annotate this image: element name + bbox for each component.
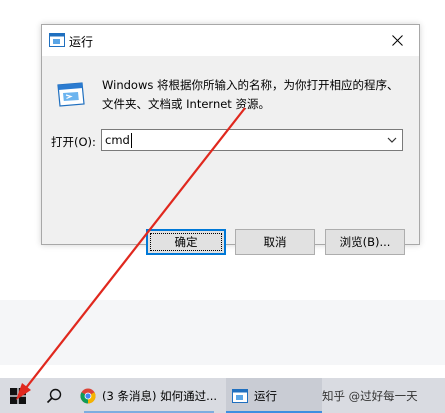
- run-app-icon: [49, 33, 65, 47]
- browse-button[interactable]: 浏览(B)...: [325, 229, 405, 255]
- run-large-icon: [57, 82, 85, 107]
- taskbar-item-chrome[interactable]: (3 条消息) 如何通过...: [74, 378, 224, 413]
- run-app-icon: [232, 388, 248, 403]
- start-button[interactable]: [0, 378, 36, 413]
- chrome-icon: [80, 388, 96, 403]
- dialog-body: Windows 将根据你所输入的名称，为你打开相应的程序、文件夹、文档或 Int…: [42, 56, 419, 255]
- taskbar: (3 条消息) 如何通过... 运行 知乎 @过好每一天: [0, 378, 445, 413]
- text-caret: [131, 133, 132, 148]
- windows-logo-icon: [10, 387, 26, 404]
- close-icon: [391, 35, 403, 46]
- taskbar-run-label: 运行: [254, 388, 277, 403]
- open-combobox[interactable]: cmd: [101, 129, 403, 151]
- run-dialog: 运行 Windows 将根据你所输入的名称，为你打开相应的程序、文件夹、文档或 …: [41, 24, 420, 255]
- open-input[interactable]: cmd: [105, 133, 130, 147]
- focus-rectangle: [150, 233, 222, 251]
- close-button[interactable]: [375, 25, 419, 56]
- cancel-button-label: 取消: [263, 235, 287, 249]
- ok-button[interactable]: 确定: [146, 229, 226, 255]
- browse-button-label: 浏览(B)...: [339, 235, 391, 249]
- open-label: 打开(O):: [51, 135, 96, 149]
- dialog-description: Windows 将根据你所输入的名称，为你打开相应的程序、文件夹、文档或 Int…: [102, 78, 399, 111]
- cancel-button[interactable]: 取消: [235, 229, 315, 255]
- taskbar-item-run[interactable]: 运行: [226, 378, 322, 413]
- search-icon: [46, 388, 62, 403]
- dialog-title: 运行: [69, 35, 94, 49]
- title-bar[interactable]: 运行: [42, 25, 419, 56]
- search-button[interactable]: [36, 378, 72, 413]
- chevron-down-icon[interactable]: [386, 135, 398, 145]
- taskbar-chrome-label: (3 条消息) 如何通过...: [102, 388, 218, 403]
- watermark: 知乎 @过好每一天: [322, 388, 418, 403]
